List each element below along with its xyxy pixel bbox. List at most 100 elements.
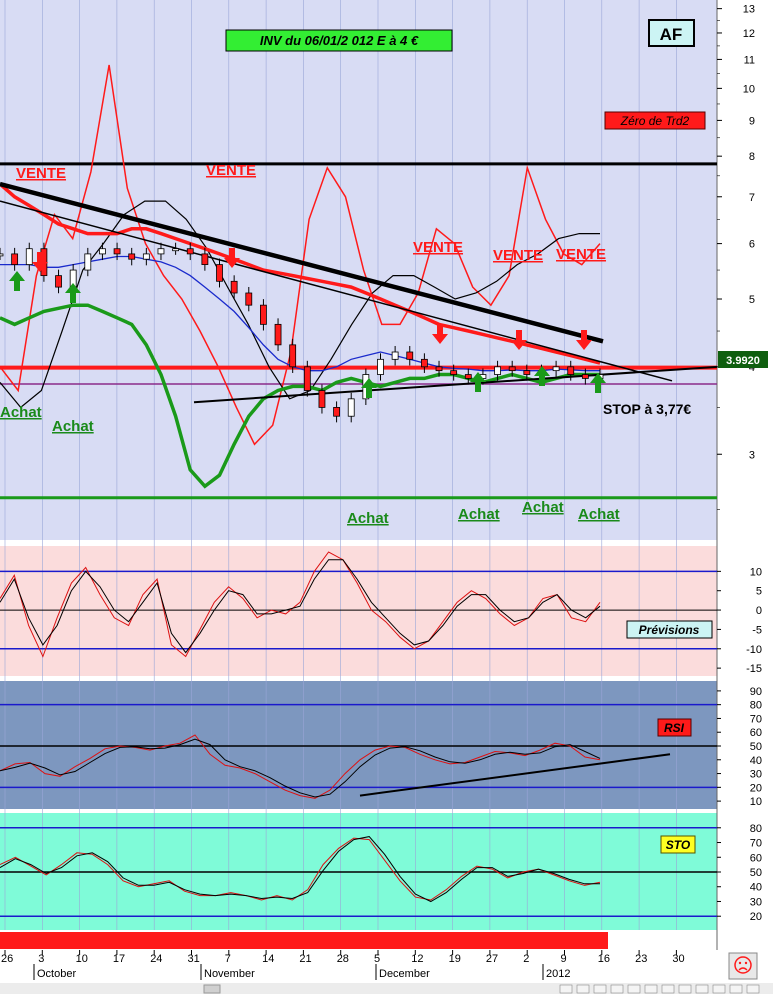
date-tick-label: 3 [38,953,44,965]
indicator-y-tick-label: 50 [750,741,762,753]
toolbar-button-icon[interactable] [678,984,692,994]
y-tick-label: 8 [749,151,755,163]
status-face-eye-icon [744,961,748,965]
date-tick-label: 31 [188,953,200,965]
indicator-y-tick-label: 5 [756,586,762,598]
candle-body [201,253,209,265]
y-tick-label: 5 [749,294,755,306]
indicator-y-tick-label: 20 [750,911,762,923]
candle-body [245,292,253,306]
y-tick-label: 12 [743,28,755,40]
indicator-y-tick-label: 70 [750,838,762,850]
month-label: November [204,968,255,980]
candle-body [11,253,19,265]
y-tick-label: 11 [744,54,755,66]
candle-body [274,323,282,346]
candle-body [333,407,340,417]
month-label: October [37,968,76,980]
date-tick-label: 16 [598,953,610,965]
candle-body [494,366,501,375]
achat-label-2: Achat [52,418,94,435]
candle-body [450,370,458,375]
vente-label-1: VENTE [16,165,66,182]
y-tick-label: 7 [749,192,755,204]
candle-body [55,275,62,288]
candle-body [289,344,297,368]
date-tick-label: 19 [449,953,461,965]
candle-body [157,248,165,255]
indicator-y-tick-label: 30 [750,769,762,781]
indicator-y-tick-label: 80 [750,823,762,835]
last-price-value: 3.9920 [726,355,760,367]
indicator-y-tick-label: -5 [752,624,762,636]
scrollbar-thumb[interactable] [203,984,221,994]
toolbar-button-icon[interactable] [610,984,624,994]
indicator-y-tick-label: -10 [746,644,762,656]
candle-body [84,253,92,271]
candle-body [567,366,575,375]
achat-label-3: Achat [347,510,389,527]
candle-body [406,351,414,360]
candle-body [377,358,384,375]
candle-body [464,374,472,379]
date-tick-label: 24 [150,953,162,965]
toolbar-button-icon[interactable] [712,984,726,994]
y-tick-label: 13 [743,4,755,16]
indicator-y-tick-label: 0 [756,605,762,617]
date-tick-label: 12 [411,953,423,965]
candle-body [391,351,399,360]
date-tick-label: 7 [225,953,231,965]
indicator-y-tick-label: -15 [746,663,762,675]
date-tick-label: 21 [299,953,311,965]
candle-body [113,248,121,255]
candle-body [347,398,355,417]
indicator-y-tick-label: 80 [750,700,762,712]
stop-label: STOP à 3,77€ [603,401,691,417]
chart-canvas: 1312111098765431050-5-10-159080706050403… [0,0,773,994]
toolbar-button-icon[interactable] [576,984,590,994]
date-tick-label: 23 [635,953,647,965]
toolbar-button-icon[interactable] [593,984,607,994]
y-tick-label: 3 [749,449,755,461]
toolbar-button-icon[interactable] [644,984,658,994]
toolbar-button-icon[interactable] [746,984,760,994]
toolbar-button-icon[interactable] [729,984,743,994]
candle-body [260,304,267,325]
candle-body [25,248,33,265]
candle-body [303,366,311,391]
date-tick-label: 9 [561,953,567,965]
vente-label-3: VENTE [413,239,463,256]
candle-body [0,253,4,257]
candle-body [186,248,194,255]
main-panel [0,0,717,540]
achat-label-5: Achat [522,499,564,516]
candle-body [216,264,223,282]
month-label: 2012 [546,968,570,980]
toolbar-button-icon[interactable] [627,984,641,994]
indicator-y-tick-label: 90 [750,686,762,698]
y-tick-label: 6 [749,239,755,251]
achat-label-6: Achat [578,506,620,523]
y-tick-label: 10 [743,83,755,95]
zero-trd2-label: Zéro de Trd2 [620,114,690,128]
date-tick-label: 26 [1,953,13,965]
indicator-y-tick-label: 30 [750,896,762,908]
rsi-label: RSI [664,721,685,735]
candle-body [230,280,238,294]
candle-body [508,366,516,372]
indicator-y-tick-label: 60 [750,727,762,739]
indicator-y-tick-label: 20 [750,782,762,794]
y-tick-label: 9 [749,115,755,127]
achat-label-4: Achat [458,506,500,523]
date-tick-label: 14 [262,953,274,965]
candle-body [581,374,589,379]
month-label: December [379,968,430,980]
toolbar-button-icon[interactable] [661,984,675,994]
date-tick-label: 30 [672,953,684,965]
indicator-y-tick-label: 50 [750,867,762,879]
right-axis [717,0,773,994]
toolbar-button-icon[interactable] [695,984,709,994]
toolbar-button-icon[interactable] [559,984,573,994]
date-tick-label: 10 [76,953,88,965]
previsions-panel [0,546,717,676]
